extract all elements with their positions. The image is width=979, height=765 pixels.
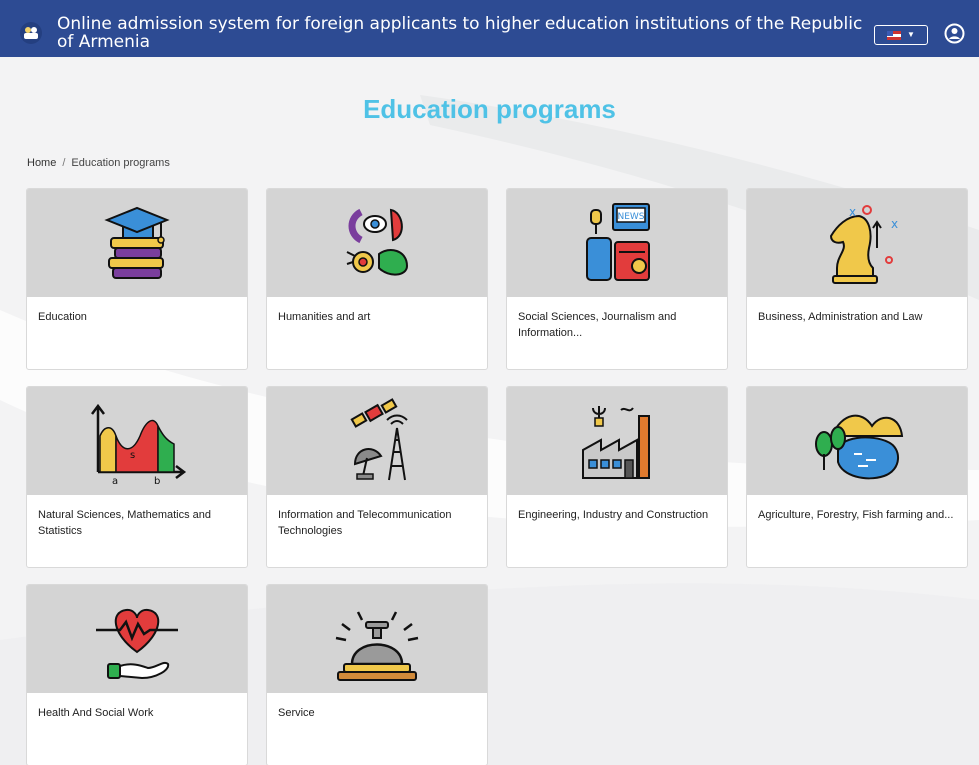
program-card-image <box>267 189 487 297</box>
program-card-education[interactable]: Education <box>26 188 248 370</box>
breadcrumb-home-link[interactable]: Home <box>27 157 56 169</box>
caret-down-icon: ▼ <box>907 30 915 39</box>
page-title: Education programs <box>363 94 616 124</box>
program-card-image <box>267 387 487 495</box>
program-card-image <box>507 387 727 495</box>
program-card-label: Education <box>38 311 87 323</box>
program-card-ict[interactable]: Information and Telecommunication Techno… <box>266 386 488 568</box>
program-card-label: Health And Social Work <box>38 707 154 719</box>
language-selector[interactable]: ▼ <box>874 25 928 45</box>
program-card-image <box>27 189 247 297</box>
program-card-label: Service <box>278 707 315 719</box>
program-card-label: Information and Telecommunication Techno… <box>278 509 452 537</box>
program-card-label: Natural Sciences, Mathematics and Statis… <box>38 509 212 537</box>
program-card-humanities[interactable]: Humanities and art <box>266 188 488 370</box>
svg-text:x: x <box>849 205 856 219</box>
program-card-label: Humanities and art <box>278 311 371 323</box>
faces-art-icon <box>346 208 409 276</box>
books-graduation-cap-icon <box>104 206 170 279</box>
svg-text:b: b <box>154 476 160 486</box>
program-card-engineering[interactable]: Engineering, Industry and Construction <box>506 386 728 568</box>
breadcrumb-separator: / <box>62 157 66 169</box>
program-card-health[interactable]: Health And Social Work <box>26 584 248 765</box>
program-card-business[interactable]: x x Business, Administration and Law <box>746 188 968 370</box>
graph-curve-icon: s a b <box>91 403 187 486</box>
svg-text:a: a <box>112 476 118 486</box>
program-card-image <box>267 585 487 693</box>
breadcrumb-current: Education programs <box>71 157 170 169</box>
top-navigation-bar: Online admission system for foreign appl… <box>0 0 979 57</box>
svg-text:s: s <box>130 450 135 461</box>
program-card-social-sciences[interactable]: NEWS Social Sciences, Journalism and Inf… <box>506 188 728 370</box>
svg-text:x: x <box>891 217 898 231</box>
heart-hand-icon <box>96 608 178 680</box>
factory-icon <box>582 406 650 479</box>
svg-text:NEWS: NEWS <box>617 212 644 222</box>
program-card-image: NEWS <box>507 189 727 297</box>
program-card-natural-sciences[interactable]: s a b Natural Sciences, Mathematics and … <box>26 386 248 568</box>
satellite-tower-icon <box>350 398 408 481</box>
program-card-image: x x <box>747 189 967 297</box>
user-account-icon[interactable] <box>944 23 965 44</box>
program-card-service[interactable]: Service <box>266 584 488 765</box>
site-logo-icon[interactable] <box>20 22 42 44</box>
us-flag-icon <box>887 30 902 40</box>
program-card-label: Agriculture, Forestry, Fish farming and.… <box>758 509 954 521</box>
program-card-label: Business, Administration and Law <box>758 311 923 323</box>
program-card-label: Social Sciences, Journalism and Informat… <box>518 311 677 339</box>
program-card-agriculture[interactable]: Agriculture, Forestry, Fish farming and.… <box>746 386 968 568</box>
landscape-lake-trees-icon <box>815 414 904 480</box>
program-card-label: Engineering, Industry and Construction <box>518 509 709 521</box>
program-card-image: s a b <box>27 387 247 495</box>
breadcrumb: Home / Education programs <box>27 157 170 169</box>
program-card-image <box>27 585 247 693</box>
site-title: Online admission system for foreign appl… <box>57 14 863 52</box>
program-card-image <box>747 387 967 495</box>
chess-knight-strategy-icon: x x <box>829 205 898 284</box>
service-bell-icon <box>335 611 419 681</box>
news-radio-icon: NEWS <box>586 203 650 281</box>
